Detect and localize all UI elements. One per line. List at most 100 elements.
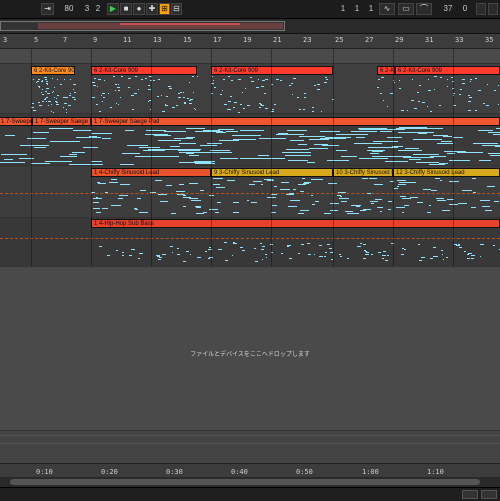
midi-clip[interactable]: 1 7-Sweeper Saege Pad: [0, 117, 32, 126]
midi-note: [462, 83, 465, 84]
arrangement-overview[interactable]: [0, 19, 500, 34]
midi-note: [287, 206, 297, 207]
record-icon[interactable]: ●: [133, 3, 145, 15]
midi-note: [173, 138, 194, 139]
detail-view-toggle-icon[interactable]: [481, 490, 497, 499]
time-label: 0:30: [166, 468, 183, 476]
draw-mode-icon[interactable]: ⌒: [416, 3, 432, 15]
midi-note: [213, 87, 216, 88]
midi-note: [48, 101, 51, 102]
midi-note: [107, 93, 110, 94]
midi-note: [475, 78, 478, 79]
midi-note: [265, 108, 268, 109]
session-record-icon[interactable]: ⊟: [171, 3, 182, 15]
midi-note: [169, 88, 173, 89]
play-icon[interactable]: ▶: [107, 3, 119, 15]
time-ruler[interactable]: 0:10 0:20 0:30 0:40 0:50 1:00 1:10: [0, 463, 500, 478]
midi-out-indicator-icon: [488, 3, 498, 15]
midi-note: [73, 84, 77, 85]
beat-time-ruler[interactable]: 3 5 7 9 11 13 15 17 19 21 23 25 27 29 31…: [0, 34, 500, 49]
signature-numerator[interactable]: 3: [82, 3, 92, 15]
midi-note: [429, 111, 432, 112]
midi-note: [200, 145, 217, 146]
midi-note: [397, 186, 400, 187]
ruler-bar: 35: [485, 36, 494, 44]
midi-note: [259, 243, 262, 244]
midi-note: [243, 108, 246, 109]
time-label: 0:20: [101, 468, 118, 476]
kit-note-area: [0, 76, 500, 113]
midi-note: [309, 148, 329, 149]
midi-note: [486, 186, 496, 187]
horizontal-scrollbar[interactable]: [0, 477, 500, 487]
midi-note: [216, 132, 227, 133]
midi-note: [196, 76, 198, 77]
midi-note: [177, 150, 201, 151]
midi-note: [377, 87, 379, 88]
midi-note: [402, 212, 405, 213]
midi-clip[interactable]: 6 2-Kit-Core 909: [91, 66, 197, 75]
position-bar[interactable]: 1: [338, 3, 348, 15]
midi-note: [303, 97, 307, 98]
midi-note: [26, 138, 47, 139]
tempo-field[interactable]: 80: [60, 3, 78, 15]
midi-clip[interactable]: 10 3-Chiffy Sinusoid Lead: [333, 168, 393, 177]
midi-note: [204, 251, 207, 252]
midi-note: [409, 159, 422, 160]
loop-icon[interactable]: ∿: [379, 3, 395, 15]
midi-note: [371, 203, 374, 204]
stop-icon[interactable]: ■: [120, 3, 132, 15]
midi-note: [412, 79, 414, 80]
midi-note: [439, 105, 441, 106]
master-track-lane[interactable]: [0, 430, 500, 464]
midi-clip[interactable]: 6 2-Kit-Core 909: [31, 66, 75, 75]
midi-note: [382, 100, 385, 101]
ruler-bar: 15: [183, 36, 192, 44]
track-view-toggle-icon[interactable]: [462, 490, 478, 499]
midi-note: [329, 248, 332, 249]
midi-note: [297, 253, 300, 254]
midi-note: [182, 92, 184, 93]
midi-clip[interactable]: 9 3-Chiffy Sinusoid Lead: [211, 168, 333, 177]
midi-note: [379, 211, 383, 212]
midi-note: [177, 97, 181, 98]
midi-clip[interactable]: 6 2-Kit-Core 909: [211, 66, 333, 75]
midi-clip[interactable]: 12 3-Chiffy Sinusoid Lead: [393, 168, 500, 177]
midi-note: [53, 112, 55, 113]
midi-note: [240, 158, 264, 159]
midi-note: [75, 137, 102, 138]
signature-denominator[interactable]: 2: [93, 3, 103, 15]
midi-note: [134, 76, 138, 77]
midi-note: [458, 94, 461, 95]
midi-note: [241, 250, 245, 251]
midi-note: [258, 103, 262, 104]
automation-arm-icon[interactable]: ⊞: [159, 3, 170, 15]
scrollbar-thumb[interactable]: [10, 479, 480, 485]
midi-note: [147, 101, 149, 102]
automation-line[interactable]: [0, 238, 500, 240]
midi-note: [416, 162, 439, 163]
midi-note: [251, 81, 254, 82]
metronome-icon[interactable]: ▭: [398, 3, 414, 15]
master-divider: [0, 435, 500, 436]
arrangement-view[interactable]: 6 2-Kit-Core 909 6 2-Kit-Core 909 6 2-Ki…: [0, 49, 500, 267]
midi-note: [186, 137, 196, 138]
midi-note: [261, 246, 266, 247]
midi-note: [286, 149, 309, 150]
midi-note: [50, 104, 53, 105]
position-beat[interactable]: 1: [352, 3, 362, 15]
tap-tempo-icon[interactable]: ⇥: [41, 3, 54, 15]
midi-clip[interactable]: 6 2-Kit-Core 909: [395, 66, 500, 75]
midi-note: [119, 97, 121, 98]
midi-note: [182, 206, 186, 207]
midi-clip[interactable]: 1 7-Sweeper Saege Pad: [91, 117, 500, 126]
midi-note: [3, 159, 13, 160]
overdub-icon[interactable]: ✚: [146, 3, 158, 15]
track-lane-empty[interactable]: [0, 49, 500, 63]
midi-note: [471, 258, 474, 259]
position-sixteenth[interactable]: 1: [366, 3, 376, 15]
midi-note: [486, 105, 489, 106]
midi-clip[interactable]: 1 7-Sweeper Saege Pad: [32, 117, 91, 126]
midi-note: [69, 154, 78, 155]
midi-clip[interactable]: 1 4-Hip-Hop Sub Bass: [91, 219, 500, 228]
